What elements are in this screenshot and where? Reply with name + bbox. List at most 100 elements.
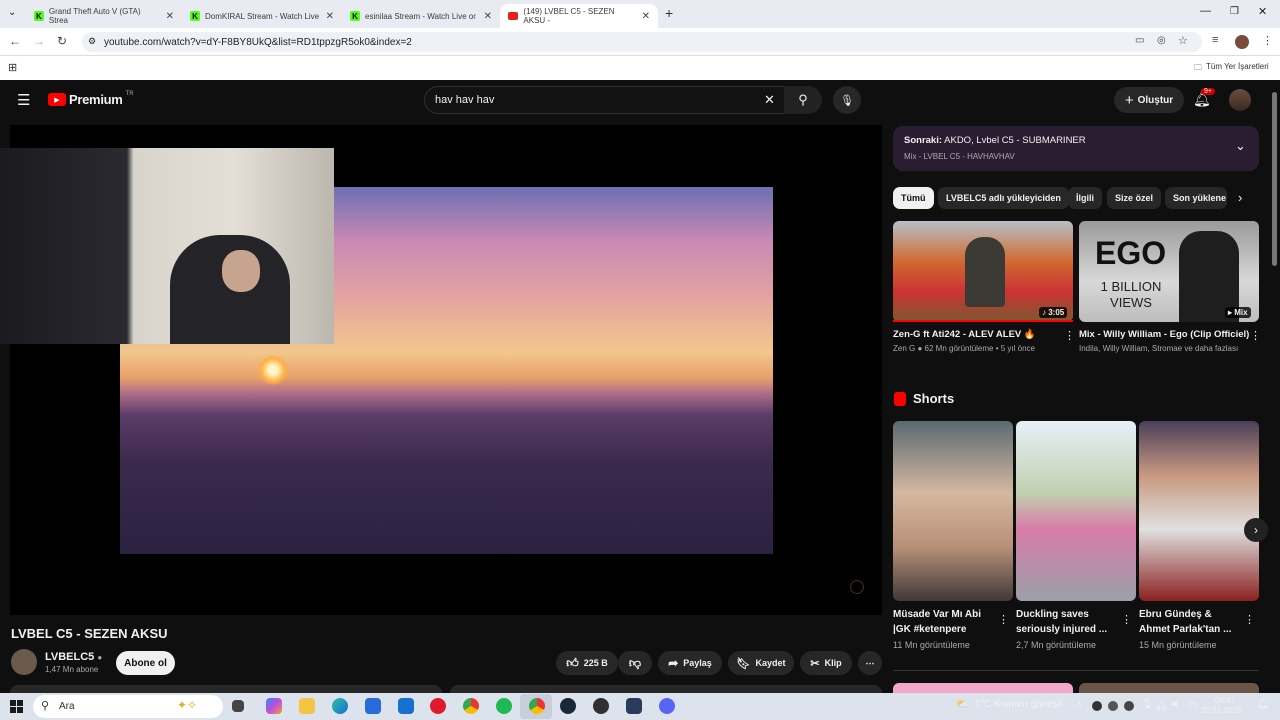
new-tab-icon[interactable]: + — [665, 5, 673, 21]
chrome-icon[interactable] — [463, 698, 479, 714]
url-field[interactable]: ⚙ youtube.com/watch?v=dY-F8BY8UkQ&list=R… — [82, 32, 1202, 52]
channel-name[interactable]: LVBELC5 ● — [45, 651, 102, 663]
mail-icon[interactable] — [398, 698, 414, 714]
next-thumbnail-partial[interactable] — [893, 683, 1073, 693]
dislike-button[interactable]: 👎︎ — [618, 651, 652, 675]
profile-avatar[interactable] — [1235, 35, 1249, 49]
apps-grid-icon[interactable]: ⊞ — [8, 61, 17, 74]
network-icon[interactable]: 🖧 — [1156, 699, 1167, 716]
close-tab-icon[interactable]: ✕ — [484, 11, 492, 22]
more-vertical-icon[interactable]: ⋮ — [998, 613, 1009, 626]
tray-chevron-icon[interactable]: ˄ — [1076, 699, 1082, 710]
minimize-icon[interactable]: — — [1200, 5, 1211, 17]
more-menu-icon[interactable]: ⋮ — [1262, 34, 1273, 47]
video-thumbnail[interactable]: EGO 1 BILLION VIEWS ▸ Mix — [1079, 221, 1259, 322]
taskbar-search-input[interactable]: ⚲ Ara ✦✧ — [33, 695, 223, 718]
steam-icon[interactable] — [560, 698, 576, 714]
short-title[interactable]: Ebru Gündeş & Ahmet Parlak'tan ... — [1139, 607, 1239, 637]
more-vertical-icon[interactable]: ⋮ — [1121, 613, 1132, 626]
search-input[interactable]: hav hav hav ✕ — [424, 86, 786, 114]
all-bookmarks[interactable]: 🗀 Tüm Yer İşaretleri — [1194, 62, 1269, 76]
like-button[interactable]: 👍︎ 225 B — [556, 651, 618, 675]
close-tab-icon[interactable]: ✕ — [166, 11, 174, 22]
menu-icon[interactable]: ☰ — [17, 91, 30, 109]
chip-for-you[interactable]: Size özel — [1107, 187, 1162, 209]
discord-icon[interactable] — [659, 698, 675, 714]
tray-icon[interactable] — [1092, 701, 1102, 711]
browser-tab-4[interactable]: (149) LVBEL C5 - SEZEN AKSU - ✕ — [500, 4, 658, 28]
store-icon[interactable] — [365, 698, 381, 714]
more-actions-button[interactable]: ⋯ — [858, 651, 882, 675]
video-thumbnail[interactable]: ♪ 3:05 — [893, 221, 1073, 322]
voice-search-button[interactable]: 🎙 — [833, 86, 861, 114]
file-explorer-icon[interactable] — [299, 698, 315, 714]
cast-icon[interactable]: ▭ — [1135, 35, 1144, 46]
subscribe-button[interactable]: Abone ol — [116, 651, 175, 675]
short-title[interactable]: Duckling saves seriously injured ... — [1016, 607, 1116, 637]
search-button[interactable]: ⚲ — [784, 86, 822, 114]
clip-button[interactable]: ✂ Klip — [800, 651, 852, 675]
tray-icon[interactable] — [1108, 701, 1118, 711]
obs-icon[interactable] — [593, 698, 609, 714]
edge-icon[interactable] — [332, 698, 348, 714]
tab-list-chevron-icon[interactable]: ⌄ — [8, 7, 16, 18]
task-view-icon[interactable] — [232, 700, 244, 712]
more-vertical-icon[interactable]: ⋮ — [1250, 329, 1261, 342]
maximize-icon[interactable]: ❐ — [1230, 6, 1239, 17]
reading-list-icon[interactable]: ≡ — [1212, 34, 1218, 46]
battery-icon[interactable]: ▭ — [1188, 699, 1197, 710]
short-thumbnail[interactable] — [893, 421, 1013, 601]
browser-tab-3[interactable]: K esinilaa Stream - Watch Live or ✕ — [342, 4, 500, 28]
short-thumbnail[interactable] — [1016, 421, 1136, 601]
video-title[interactable]: Mix - Willy William - Ego (Clip Officiel… — [1079, 329, 1249, 340]
weather-widget[interactable]: ⛅ 1°C Kısmen güneşli — [956, 699, 1062, 710]
spotify-icon[interactable] — [496, 698, 512, 714]
microphone-tray-icon[interactable]: 🎙 — [1141, 699, 1154, 710]
close-tab-icon[interactable]: ✕ — [642, 11, 650, 22]
video-title[interactable]: Zen-G ft Ati242 - ALEV ALEV 🔥 — [893, 329, 1036, 340]
page-scrollbar[interactable] — [1272, 92, 1277, 266]
clear-search-icon[interactable]: ✕ — [764, 92, 775, 108]
create-button[interactable]: + Oluştur — [1114, 87, 1184, 113]
site-info-icon[interactable]: ⚙ — [88, 36, 96, 47]
windows-start-icon[interactable] — [10, 700, 23, 713]
more-vertical-icon[interactable]: ⋮ — [1244, 613, 1255, 626]
short-views: 2,7 Mn görüntüleme — [1016, 640, 1097, 650]
close-window-icon[interactable]: ✕ — [1258, 5, 1267, 18]
notification-center-icon[interactable]: 🔔︎ — [1256, 699, 1269, 710]
chip-from-uploader[interactable]: LVBELC5 adlı yükleyiciden — [938, 187, 1069, 209]
browser-tab-1[interactable]: K Grand Theft Auto V (GTA) Strea ✕ — [26, 4, 182, 28]
shorts-next-button[interactable]: › — [1244, 518, 1268, 542]
opera-icon[interactable] — [430, 698, 446, 714]
youtube-logo[interactable]: ▶ Premium TR — [48, 91, 134, 107]
account-avatar[interactable] — [1229, 89, 1251, 111]
chip-related[interactable]: İlgili — [1068, 187, 1102, 209]
save-button[interactable]: 🔖︎ Kaydet — [728, 651, 794, 675]
tray-icon[interactable] — [1124, 701, 1134, 711]
eye-off-icon[interactable]: ◎ — [1157, 35, 1166, 46]
chevron-down-icon[interactable]: ⌄ — [1235, 138, 1246, 154]
more-vertical-icon[interactable]: ⋮ — [1064, 329, 1075, 342]
chip-all[interactable]: Tümü — [893, 187, 934, 209]
chrome-active-icon[interactable] — [529, 698, 545, 714]
short-views: 11 Mn görüntüleme — [893, 640, 970, 650]
next-thumbnail-partial[interactable] — [1079, 683, 1259, 693]
copilot-icon[interactable] — [266, 698, 282, 714]
bookmark-star-icon[interactable]: ☆ — [1178, 34, 1188, 47]
notifications-button[interactable]: 🔔︎ 9+ — [1193, 88, 1215, 109]
volume-icon[interactable]: 🔊︎ — [1172, 699, 1178, 710]
clock[interactable]: 08:47 20.01.2026 — [1201, 696, 1241, 716]
short-thumbnail[interactable] — [1139, 421, 1259, 601]
browser-tab-2[interactable]: K DomKIRAL Stream - Watch Live ✕ — [182, 4, 342, 28]
playlist-up-next-panel[interactable]: Sonraki: AKDO, Lvbel C5 - SUBMARINER Mix… — [893, 126, 1259, 171]
close-tab-icon[interactable]: ✕ — [326, 11, 334, 22]
reload-icon[interactable]: ↻ — [57, 34, 67, 48]
app-icon[interactable] — [626, 698, 642, 714]
chips-next-icon[interactable]: › — [1238, 190, 1242, 205]
share-button[interactable]: ➦ Paylaş — [658, 651, 722, 675]
forward-icon[interactable]: → — [33, 34, 45, 48]
back-icon[interactable]: ← — [9, 34, 21, 48]
channel-avatar[interactable] — [11, 649, 37, 675]
short-title[interactable]: Müsade Var Mı Abi |GK #ketenpere — [893, 607, 993, 637]
chip-recent[interactable]: Son yüklene — [1165, 187, 1227, 209]
